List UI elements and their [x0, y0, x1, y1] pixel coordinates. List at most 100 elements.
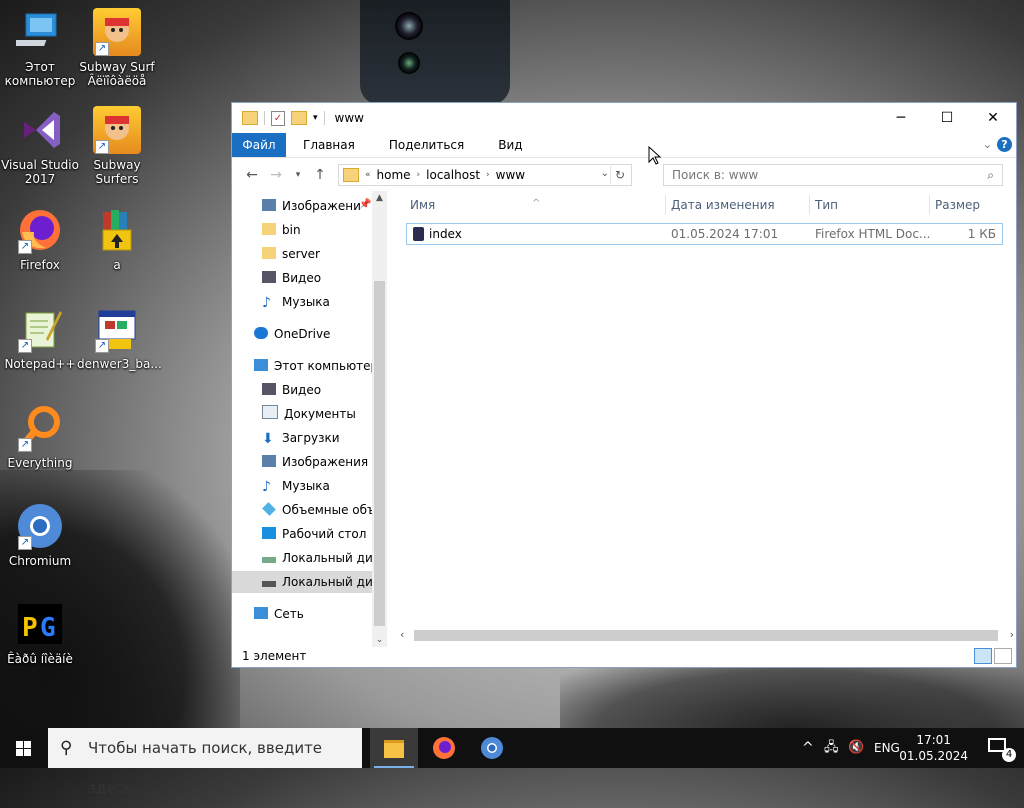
- desktop-icon-notepadpp[interactable]: ↗ Notepad++: [0, 305, 80, 371]
- clock[interactable]: 17:01 01.05.2024: [899, 732, 968, 764]
- desktop-icon-chromium[interactable]: ↗ Chromium: [0, 502, 80, 568]
- table-row[interactable]: index 01.05.2024 17:01 Firefox HTML Doc.…: [406, 223, 1003, 245]
- column-type[interactable]: Тип: [815, 198, 838, 212]
- nav-item-videos[interactable]: Видео: [262, 379, 372, 401]
- breadcrumb-www[interactable]: www: [496, 168, 525, 182]
- back-button[interactable]: ←: [240, 167, 264, 183]
- nav-item-3d-objects[interactable]: Объемные объ: [262, 499, 372, 521]
- details-view-button[interactable]: [974, 648, 992, 664]
- maximize-button[interactable]: ☐: [924, 103, 970, 133]
- column-name[interactable]: Имя: [410, 198, 435, 212]
- tab-home[interactable]: Главная: [286, 138, 372, 152]
- nav-item-local-disk-c[interactable]: Локальный дис: [262, 547, 372, 569]
- nav-item-desktop[interactable]: Рабочий стол: [262, 523, 372, 545]
- desktop-icon-this-pc[interactable]: Этот компьютер: [0, 8, 80, 88]
- nav-item-bin[interactable]: bin: [262, 219, 372, 241]
- column-divider[interactable]: [929, 195, 930, 215]
- chevron-down-icon[interactable]: ⌄: [601, 168, 609, 179]
- desktop-icon-visual-studio[interactable]: Visual Studio 2017: [0, 106, 80, 186]
- column-size[interactable]: Размер: [935, 198, 980, 212]
- tab-view[interactable]: Вид: [481, 138, 539, 152]
- desktop-icon-firefox[interactable]: ↗ Firefox: [0, 206, 80, 272]
- nav-item-onedrive[interactable]: OneDrive: [254, 323, 372, 345]
- desktop-icon-label: Chromium: [8, 554, 72, 568]
- volume-muted-icon[interactable]: 🔇: [848, 728, 864, 768]
- breadcrumb-localhost[interactable]: localhost: [426, 168, 480, 182]
- help-icon[interactable]: ?: [997, 137, 1012, 152]
- column-date[interactable]: Дата изменения: [671, 198, 775, 212]
- breadcrumb-home[interactable]: home: [377, 168, 411, 182]
- show-hidden-icons-button[interactable]: ^: [802, 728, 814, 768]
- wallpaper-shadow: [560, 660, 1024, 730]
- nav-item-this-pc[interactable]: Этот компьютер: [254, 355, 372, 377]
- nav-item-music[interactable]: ♪ Музыка: [262, 291, 372, 313]
- nav-item-music[interactable]: ♪ Музыка: [262, 475, 372, 497]
- pg-game-icon: PG: [16, 600, 64, 648]
- nav-item-label: Сеть: [274, 607, 304, 621]
- large-icons-view-button[interactable]: [994, 648, 1012, 664]
- close-button[interactable]: ✕: [970, 103, 1016, 133]
- nav-item-label: Объемные объ: [282, 503, 372, 517]
- nav-item-pictures[interactable]: Изображения: [262, 451, 372, 473]
- scroll-left-icon[interactable]: ‹: [400, 628, 404, 641]
- desktop-icon-everything[interactable]: ↗ Everything: [0, 404, 80, 470]
- tab-file[interactable]: Файл: [232, 133, 286, 157]
- nav-scrollbar[interactable]: ▲ ⌄: [372, 191, 387, 647]
- forward-button[interactable]: →: [264, 167, 288, 183]
- properties-icon[interactable]: ✓: [271, 110, 285, 126]
- recent-locations-button[interactable]: ▾: [288, 170, 308, 180]
- start-button[interactable]: [0, 728, 48, 768]
- desktop-icon-a[interactable]: a: [77, 206, 157, 272]
- taskbar-chromium[interactable]: [468, 728, 516, 768]
- overflow-chevron-icon[interactable]: «: [365, 170, 371, 180]
- music-icon: ♪: [262, 479, 271, 495]
- new-folder-icon[interactable]: [291, 111, 307, 125]
- nav-item-label: Видео: [282, 271, 322, 285]
- file-type: Firefox HTML Doc...: [815, 227, 931, 241]
- horizontal-scrollbar[interactable]: ‹ ›: [398, 627, 1014, 644]
- column-divider[interactable]: [809, 195, 810, 215]
- scrollbar-thumb[interactable]: [374, 281, 385, 626]
- action-center-button[interactable]: 4: [988, 738, 1016, 762]
- desktop-icon-subway-surf[interactable]: ↗ Subway Surf Âëïîôàëöå: [77, 8, 157, 88]
- desktop-icon-label: denwer3_ba...: [77, 357, 162, 371]
- chevron-down-icon[interactable]: ▾: [313, 113, 318, 123]
- address-bar[interactable]: « home › localhost › www ⌄ ↻: [338, 164, 632, 186]
- nav-item-downloads[interactable]: ⬇ Загрузки: [262, 427, 372, 449]
- scroll-down-icon[interactable]: ⌄: [372, 635, 387, 645]
- network-icon[interactable]: 🖧: [824, 728, 839, 768]
- tab-share[interactable]: Поделиться: [372, 138, 481, 152]
- chevron-right-icon[interactable]: ›: [486, 170, 490, 180]
- explorer-window[interactable]: ✓ ▾ www ─ ☐ ✕ Файл Главная Поделиться Ви…: [231, 102, 1017, 668]
- scroll-right-icon[interactable]: ›: [1010, 628, 1014, 641]
- column-divider[interactable]: [665, 195, 666, 215]
- scroll-up-icon[interactable]: ▲: [372, 193, 387, 203]
- taskbar-explorer[interactable]: [370, 728, 418, 768]
- refresh-button[interactable]: ↻: [610, 166, 629, 184]
- title-bar[interactable]: ✓ ▾ www ─ ☐ ✕: [232, 103, 1016, 133]
- up-button[interactable]: ↑: [308, 167, 332, 183]
- shortcut-arrow-icon: ↗: [18, 240, 32, 254]
- computer-icon: [254, 359, 268, 371]
- taskbar-firefox[interactable]: [420, 728, 468, 768]
- nav-item-label: Локальный дис: [282, 575, 372, 589]
- visual-studio-icon: [16, 106, 64, 154]
- cloud-icon: [254, 327, 268, 339]
- nav-item-network[interactable]: Сеть: [254, 603, 372, 625]
- nav-item-local-disk-d[interactable]: Локальный дис: [232, 571, 372, 593]
- minimize-button[interactable]: ─: [878, 103, 924, 133]
- nav-item-videos[interactable]: Видео: [262, 267, 372, 289]
- chevron-right-icon[interactable]: ›: [417, 170, 421, 180]
- desktop-icon-label: Subway Surfers: [93, 158, 141, 186]
- nav-item-documents[interactable]: Документы: [262, 403, 372, 425]
- nav-item-pictures-pinned[interactable]: Изображени: [262, 195, 372, 217]
- nav-item-server[interactable]: server: [262, 243, 372, 265]
- desktop-icon-subway-surfers[interactable]: ↗ Subway Surfers: [77, 106, 157, 186]
- desktop-icon-pg-game[interactable]: PG Êàðû íîèäíè: [0, 600, 80, 666]
- search-input[interactable]: Поиск в: www ⌕: [663, 164, 1003, 186]
- scrollbar-thumb[interactable]: [414, 630, 998, 641]
- language-indicator[interactable]: ENG: [874, 728, 900, 768]
- desktop-icon-denwer[interactable]: ↗ denwer3_ba...: [77, 305, 162, 371]
- expand-ribbon-icon[interactable]: ⌄: [983, 138, 992, 151]
- taskbar-search-input[interactable]: ⚲ Чтобы начать поиск, введите здесь: [48, 728, 362, 797]
